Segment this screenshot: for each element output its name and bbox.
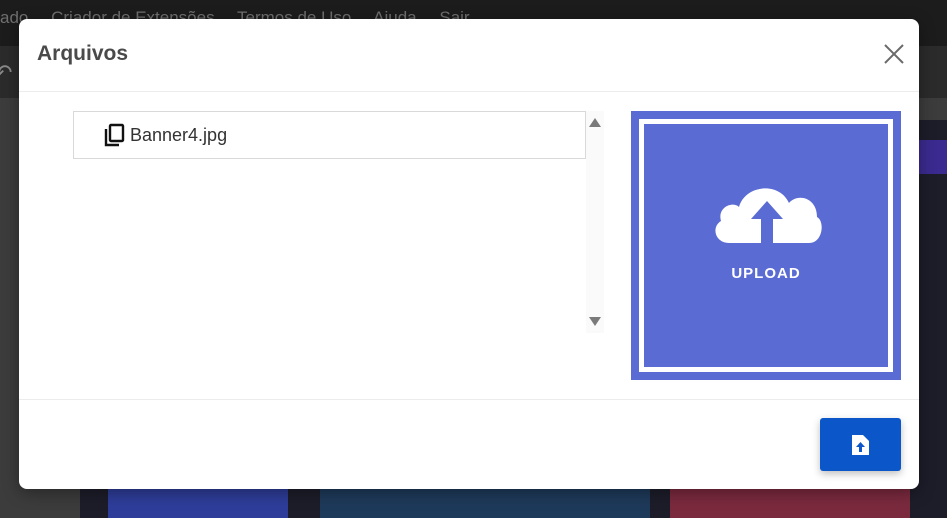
file-list: Banner4.jpg	[73, 111, 586, 159]
submit-upload-button[interactable]	[820, 418, 901, 471]
banner-graphic	[670, 488, 910, 518]
files-modal: Arquivos Banner4.jpg UPLOAD	[19, 19, 919, 489]
upload-label: UPLOAD	[731, 265, 801, 282]
banner-graphic	[320, 488, 650, 518]
copy-icon	[104, 123, 125, 147]
upload-dropzone[interactable]: UPLOAD	[631, 111, 901, 380]
cloud-upload-icon	[715, 188, 822, 243]
file-item[interactable]: Banner4.jpg	[104, 123, 227, 147]
file-name: Banner4.jpg	[130, 124, 228, 145]
undo-icon: ↶	[0, 60, 13, 85]
footer-divider	[19, 399, 919, 400]
file-upload-icon	[852, 435, 869, 455]
close-icon	[884, 44, 904, 64]
banner-graphic	[108, 488, 288, 518]
modal-title: Arquivos	[37, 42, 129, 65]
scroll-up-icon[interactable]	[587, 115, 603, 129]
scroll-down-icon[interactable]	[587, 315, 603, 329]
file-list-scrollbar[interactable]	[586, 111, 604, 333]
modal-header: Arquivos	[19, 19, 919, 92]
close-button[interactable]	[881, 41, 907, 67]
